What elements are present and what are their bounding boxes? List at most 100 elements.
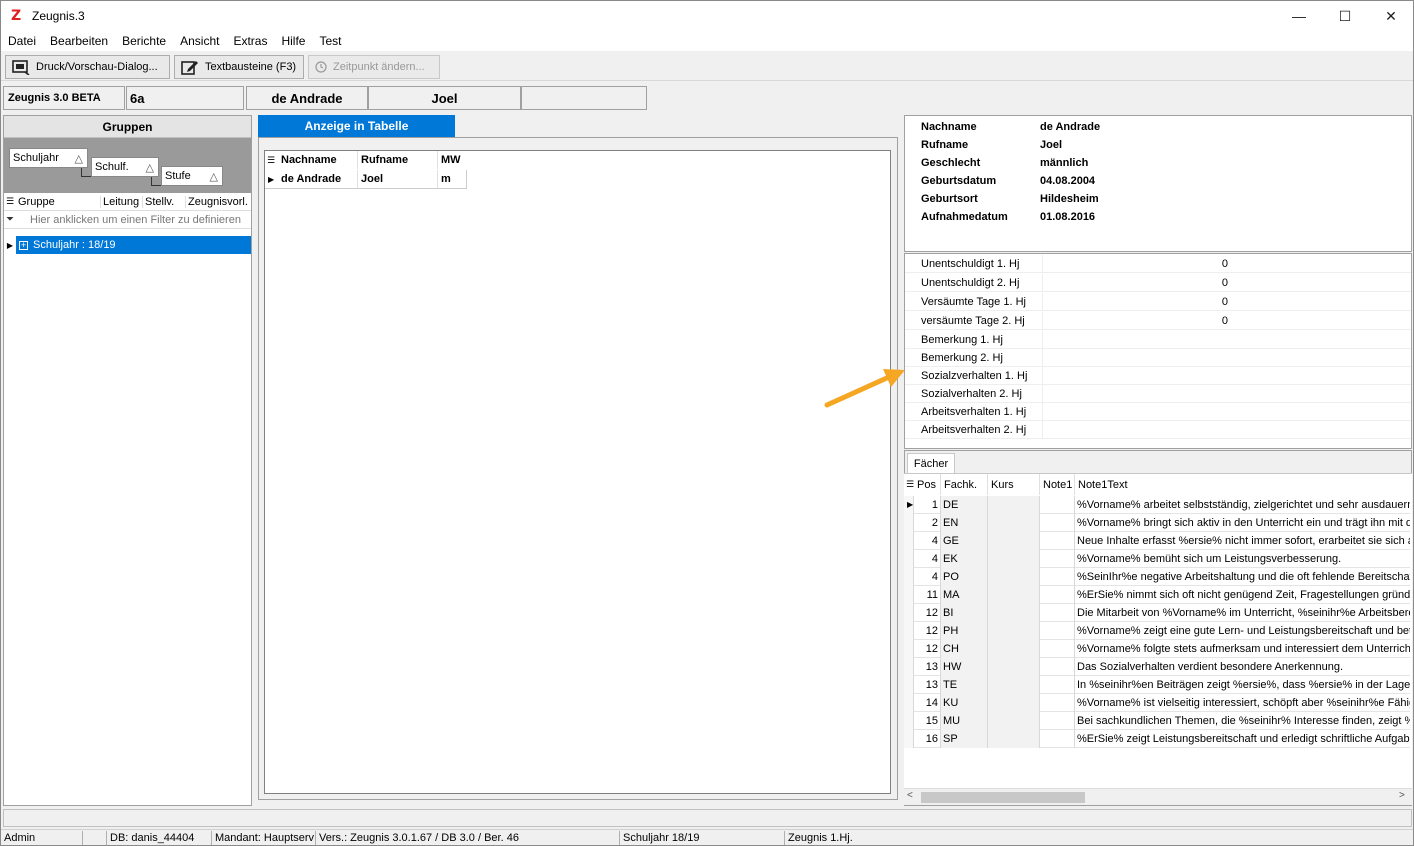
print-preview-button[interactable]: Druck/Vorschau-Dialog... [5,55,170,79]
column-chooser-icon[interactable]: ☰ [4,196,16,207]
cell-note1[interactable] [1040,585,1075,604]
attendance-row[interactable]: Unentschuldigt 1. Hj 0 [905,254,1411,273]
cell-pos[interactable]: 4 [914,567,941,586]
group-box-stufe[interactable]: Stufe △ [161,166,223,186]
cell-note1[interactable] [1040,567,1075,586]
cell-note1text[interactable]: %Vorname% bringt sich aktiv in den Unter… [1075,514,1410,532]
scroll-left-icon[interactable]: < [907,790,913,801]
cell-fachk[interactable]: KU [941,693,988,712]
cell-note1text[interactable]: %Vorname% zeigt eine gute Lern- und Leis… [1075,622,1410,640]
cell-fachk[interactable]: PH [941,621,988,640]
expand-icon[interactable]: + [19,240,28,250]
cell-note1[interactable] [1040,693,1075,712]
horizontal-scrollbar[interactable]: < > [904,788,1412,805]
cell-note1text[interactable]: %Vorname% arbeitet selbstständig, zielge… [1075,496,1410,514]
cell-note1[interactable] [1040,639,1075,658]
col-zeugnisvorl[interactable]: Zeugnisvorl. [185,195,249,208]
table-row[interactable]: 4 EK %Vorname% bemüht sich um Leistungsver… [904,549,1410,568]
cell-kurs[interactable] [988,567,1040,586]
col-nachname[interactable]: Nachname [278,151,357,169]
menu-hilfe[interactable]: Hilfe [274,31,312,51]
table-row[interactable]: ▶ 1 DE %Vorname% arbeitet selbstständig, zi… [904,495,1410,514]
maximize-button[interactable]: ☐ [1322,1,1368,31]
tab-faecher[interactable]: Fächer [907,453,955,473]
table-row[interactable]: 11 MA %ErSie% nimmt sich oft nicht genügen… [904,585,1410,604]
cell-kurs[interactable] [988,711,1040,730]
close-button[interactable]: ✕ [1368,1,1413,31]
attendance-row[interactable]: versäumte Tage 2. Hj 0 [905,311,1411,330]
cell-pos[interactable]: 12 [914,639,941,658]
col-note1text[interactable]: Note1Text [1075,474,1410,495]
table-row[interactable]: 13 HW Das Sozialverhalten verdient besonde… [904,657,1410,676]
table-row[interactable]: 13 TE In %seinihr%en Beiträgen zeigt %ersi… [904,675,1410,694]
menu-bearbeiten[interactable]: Bearbeiten [43,31,115,51]
zeitpunkt-button[interactable]: Zeitpunkt ändern... [308,55,440,79]
cell-note1text[interactable]: %Vorname% bemüht sich um Leistungsverbes… [1075,550,1410,568]
cell-note1[interactable] [1040,603,1075,622]
cell-kurs[interactable] [988,513,1040,532]
tab-anzeige-in-tabelle[interactable]: Anzeige in Tabelle [258,115,455,137]
cell-note1[interactable] [1040,531,1075,550]
cell-note1text[interactable]: Bei sachkundlichen Themen, die %seinihr%… [1075,712,1410,730]
cell-fachk[interactable]: BI [941,603,988,622]
col-mw[interactable]: MW [437,151,467,169]
group-box-schulf[interactable]: Schulf. △ [91,157,159,177]
cell-note1text[interactable]: In %seinihr%en Beiträgen zeigt %ersie%, … [1075,676,1410,694]
cell-rufname[interactable]: Joel [357,170,437,188]
menu-ansicht[interactable]: Ansicht [173,31,226,51]
cell-fachk[interactable]: DE [941,495,988,514]
cell-fachk[interactable]: MA [941,585,988,604]
group-box-schuljahr[interactable]: Schuljahr △ [9,148,88,168]
cell-note1[interactable] [1040,711,1075,730]
cell-note1[interactable] [1040,495,1075,514]
cell-pos[interactable]: 12 [914,603,941,622]
scroll-right-icon[interactable]: > [1399,790,1405,801]
cell-note1[interactable] [1040,549,1075,568]
cell-fachk[interactable]: MU [941,711,988,730]
cell-nachname[interactable]: de Andrade [278,170,357,188]
cell-pos[interactable]: 1 [914,495,941,514]
cell-pos[interactable]: 2 [914,513,941,532]
attendance-row[interactable]: Arbeitsverhalten 2. Hj [905,420,1411,439]
cell-kurs[interactable] [988,693,1040,712]
cell-note1text[interactable]: Die Mitarbeit von %Vorname% im Unterrich… [1075,604,1410,622]
table-row[interactable]: 4 GE Neue Inhalte erfasst %ersie% nicht im… [904,531,1410,550]
col-leitung[interactable]: Leitung [100,195,142,208]
col-note1[interactable]: Note1 [1040,474,1075,495]
attendance-row[interactable]: Versäumte Tage 1. Hj 0 [905,292,1411,311]
cell-pos[interactable]: 13 [914,657,941,676]
cell-fachk[interactable]: PO [941,567,988,586]
scroll-thumb[interactable] [921,792,1085,803]
cell-kurs[interactable] [988,603,1040,622]
filter-row[interactable]: ⏷ Hier anklicken um einen Filter zu defi… [4,211,251,229]
attendance-row[interactable]: Bemerkung 2. Hj [905,348,1411,367]
table-row[interactable]: 12 CH %Vorname% folgte stets aufmerksam un… [904,639,1410,658]
cell-pos[interactable]: 14 [914,693,941,712]
cell-kurs[interactable] [988,675,1040,694]
menu-berichte[interactable]: Berichte [115,31,173,51]
cell-fachk[interactable]: EN [941,513,988,532]
table-row[interactable]: 12 PH %Vorname% zeigt eine gute Lern- und … [904,621,1410,640]
cell-kurs[interactable] [988,729,1040,748]
cell-note1text[interactable]: Das Sozialverhalten verdient besondere A… [1075,658,1410,676]
cell-kurs[interactable] [988,585,1040,604]
table-row[interactable]: 14 KU %Vorname% ist vielseitig interessier… [904,693,1410,712]
col-pos[interactable]: Pos [914,474,941,495]
cell-note1text[interactable]: %Vorname% folgte stets aufmerksam und in… [1075,640,1410,658]
cell-pos[interactable]: 15 [914,711,941,730]
col-fachk[interactable]: Fachk. [941,474,988,495]
cell-note1text[interactable]: %ErSie% nimmt sich oft nicht genügend Ze… [1075,586,1410,604]
table-row[interactable]: 4 PO %SeinIhr%e negative Arbeitshaltung un… [904,567,1410,586]
cell-note1[interactable] [1040,513,1075,532]
cell-kurs[interactable] [988,639,1040,658]
col-rufname[interactable]: Rufname [357,151,437,169]
cell-kurs[interactable] [988,531,1040,550]
menu-test[interactable]: Test [312,31,348,51]
col-stellv[interactable]: Stellv. [142,195,185,208]
cell-kurs[interactable] [988,495,1040,514]
cell-pos[interactable]: 11 [914,585,941,604]
minimize-button[interactable]: — [1276,1,1322,31]
attendance-row[interactable]: Bemerkung 1. Hj [905,330,1411,349]
cell-note1text[interactable]: Neue Inhalte erfasst %ersie% nicht immer… [1075,532,1410,550]
cell-note1text[interactable]: %SeinIhr%e negative Arbeitshaltung und d… [1075,568,1410,586]
